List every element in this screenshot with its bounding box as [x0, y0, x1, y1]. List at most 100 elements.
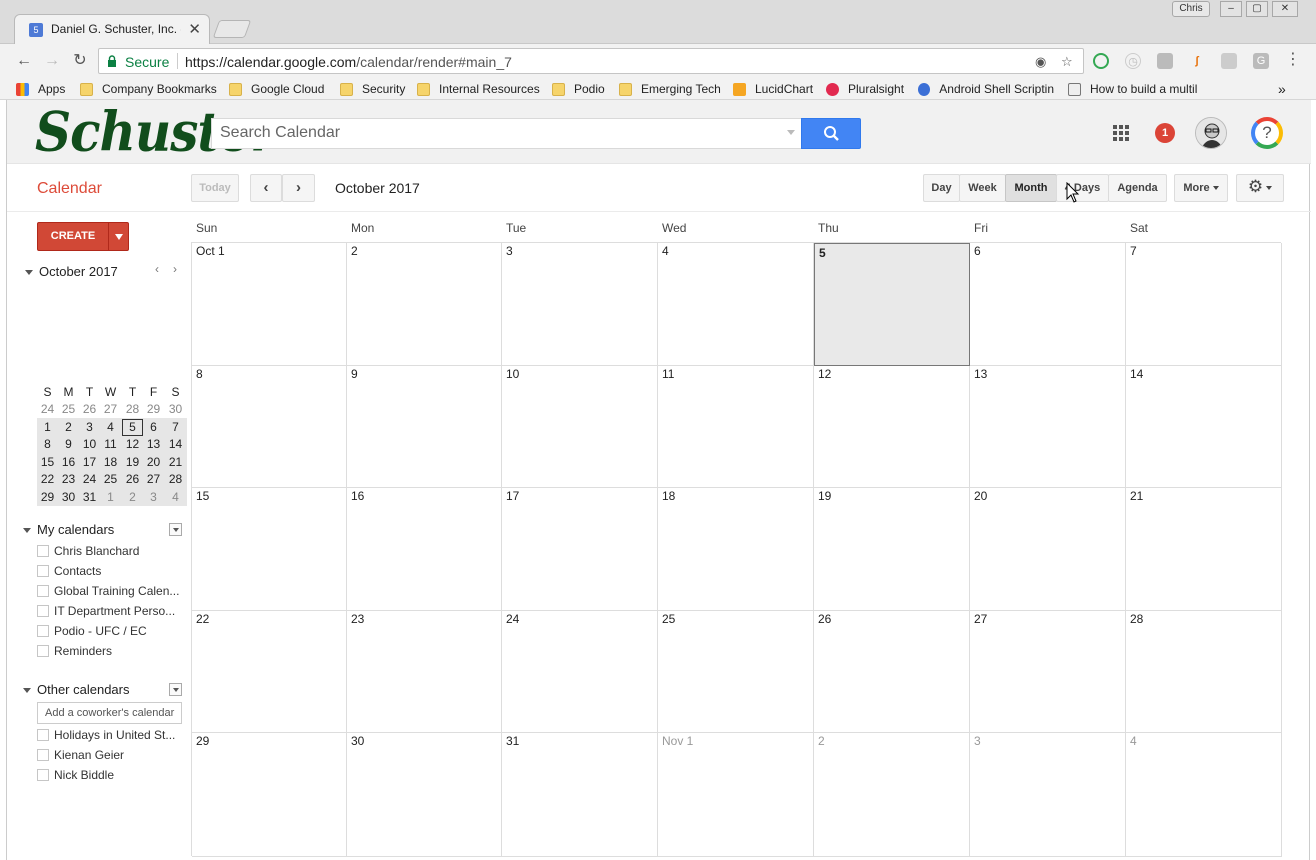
close-window-icon[interactable]: ✕ — [1272, 1, 1298, 17]
day-cell[interactable]: 4 — [658, 243, 814, 366]
day-cell[interactable]: 8 — [192, 366, 347, 488]
my-calendars-header[interactable]: My calendars — [23, 522, 114, 537]
mini-calendar-day[interactable]: 5 — [122, 418, 143, 436]
bookmark-lucidchart[interactable]: LucidChart — [733, 81, 813, 97]
other-calendars-header[interactable]: Other calendars — [23, 682, 130, 697]
day-cell[interactable]: 22 — [192, 611, 347, 733]
settings-button[interactable]: ⚙ — [1236, 174, 1284, 202]
create-dropdown-icon[interactable] — [115, 234, 123, 240]
mini-calendar-day[interactable]: 23 — [58, 471, 79, 488]
extension-compass-icon[interactable] — [1093, 53, 1109, 69]
tab-close-icon[interactable]: ✕ — [188, 20, 201, 38]
day-cell[interactable]: 5 — [814, 243, 970, 366]
day-cell[interactable]: 15 — [192, 488, 347, 611]
day-number[interactable]: 2 — [818, 734, 825, 748]
day-number[interactable]: 13 — [974, 367, 987, 381]
day-cell[interactable]: 29 — [192, 733, 347, 857]
calendar-list-item[interactable]: Kienan Geier — [37, 748, 187, 766]
mini-calendar-day[interactable]: 27 — [143, 471, 164, 488]
eye-icon[interactable]: ◉ — [1035, 54, 1046, 70]
mini-calendar-day[interactable]: 24 — [79, 471, 100, 488]
day-cell[interactable]: 2 — [814, 733, 970, 857]
notifications-badge[interactable]: 1 — [1155, 123, 1175, 143]
mini-next-icon[interactable]: › — [173, 262, 177, 276]
day-cell[interactable]: Nov 1 — [658, 733, 814, 857]
day-cell[interactable]: 30 — [347, 733, 502, 857]
calendar-checkbox[interactable] — [37, 584, 49, 597]
mini-calendar-day[interactable]: 13 — [143, 436, 164, 453]
day-cell[interactable]: 21 — [1126, 488, 1282, 611]
mini-calendar-day[interactable]: 20 — [143, 454, 164, 471]
day-cell[interactable]: 31 — [502, 733, 658, 857]
day-number[interactable]: 26 — [818, 612, 831, 626]
mini-calendar-day[interactable]: 4 — [100, 419, 121, 436]
day-cell[interactable]: 7 — [1126, 243, 1282, 366]
mini-calendar-day[interactable]: 25 — [100, 471, 121, 488]
mini-calendar-day[interactable]: 2 — [122, 489, 143, 506]
day-cell[interactable]: 9 — [347, 366, 502, 488]
create-button[interactable]: CREATE — [37, 222, 129, 251]
calendar-checkbox[interactable] — [37, 728, 49, 741]
day-number[interactable]: 24 — [506, 612, 519, 626]
view-agenda-button[interactable]: Agenda — [1108, 174, 1167, 202]
mini-calendar-day[interactable]: 2 — [58, 419, 79, 436]
day-cell[interactable]: 14 — [1126, 366, 1282, 488]
day-number[interactable]: 19 — [818, 489, 831, 503]
my-calendars-menu-icon[interactable] — [169, 523, 182, 536]
more-button[interactable]: More — [1174, 174, 1228, 202]
mini-calendar-day[interactable]: 27 — [100, 401, 121, 418]
day-number[interactable]: 9 — [351, 367, 358, 381]
day-cell[interactable]: 4 — [1126, 733, 1282, 857]
mini-calendar-day[interactable]: 26 — [122, 471, 143, 488]
bookmark-security[interactable]: Security — [340, 81, 405, 97]
day-cell[interactable]: 12 — [814, 366, 970, 488]
day-number[interactable]: 21 — [1130, 489, 1143, 503]
day-number[interactable]: 29 — [196, 734, 209, 748]
mini-calendar-day[interactable]: 12 — [122, 436, 143, 453]
day-cell[interactable]: 26 — [814, 611, 970, 733]
bookmark-apps[interactable]: Apps — [16, 81, 65, 97]
mini-calendar-day[interactable]: 4 — [165, 489, 186, 506]
prev-period-button[interactable]: ‹ — [250, 174, 282, 202]
day-number[interactable]: 20 — [974, 489, 987, 503]
mini-calendar-day[interactable]: 16 — [58, 454, 79, 471]
url-text[interactable]: https://calendar.google.com/calendar/ren… — [185, 54, 512, 70]
day-number[interactable]: 28 — [1130, 612, 1143, 626]
day-number[interactable]: 15 — [196, 489, 209, 503]
mini-calendar-day[interactable]: 28 — [122, 401, 143, 418]
day-cell[interactable]: 6 — [970, 243, 1126, 366]
mini-calendar-day[interactable]: 6 — [143, 419, 164, 436]
mini-calendar-day[interactable]: 1 — [37, 419, 58, 436]
mini-calendar-day[interactable]: 15 — [37, 454, 58, 471]
mini-calendar-day[interactable]: 29 — [37, 489, 58, 506]
day-number[interactable]: 3 — [974, 734, 981, 748]
day-number[interactable]: 12 — [818, 367, 831, 381]
mini-calendar-day[interactable]: 9 — [58, 436, 79, 453]
mini-calendar-day[interactable]: 18 — [100, 454, 121, 471]
bookmarks-overflow-icon[interactable]: » — [1278, 81, 1286, 97]
extension-clock-icon[interactable]: ◷ — [1125, 53, 1141, 69]
day-number[interactable]: 16 — [351, 489, 364, 503]
chrome-menu-icon[interactable]: ⋮ — [1285, 52, 1301, 69]
day-number[interactable]: 2 — [351, 244, 358, 258]
day-cell[interactable]: 13 — [970, 366, 1126, 488]
calendar-checkbox[interactable] — [37, 768, 49, 781]
mini-calendar-day[interactable]: 19 — [122, 454, 143, 471]
minimize-icon[interactable]: – — [1220, 1, 1242, 17]
mini-calendar-day[interactable]: 30 — [58, 489, 79, 506]
day-cell[interactable]: 24 — [502, 611, 658, 733]
mini-calendar-day[interactable]: 7 — [165, 419, 186, 436]
mini-calendar-day[interactable]: 24 — [37, 401, 58, 418]
bookmark-emerging-tech[interactable]: Emerging Tech — [619, 81, 721, 97]
bookmark-android-shell[interactable]: Android Shell Scriptin — [918, 81, 1054, 97]
day-number[interactable]: 17 — [506, 489, 519, 503]
bookmark-company-bookmarks[interactable]: Company Bookmarks — [80, 81, 217, 97]
search-input[interactable] — [220, 124, 780, 142]
add-coworker-input[interactable] — [37, 702, 182, 724]
day-cell[interactable]: 27 — [970, 611, 1126, 733]
day-number[interactable]: 6 — [974, 244, 981, 258]
day-number[interactable]: 25 — [662, 612, 675, 626]
day-number[interactable]: Oct 1 — [196, 244, 225, 258]
bookmark-google-cloud[interactable]: Google Cloud — [229, 81, 324, 97]
forward-icon[interactable]: → — [42, 51, 62, 71]
